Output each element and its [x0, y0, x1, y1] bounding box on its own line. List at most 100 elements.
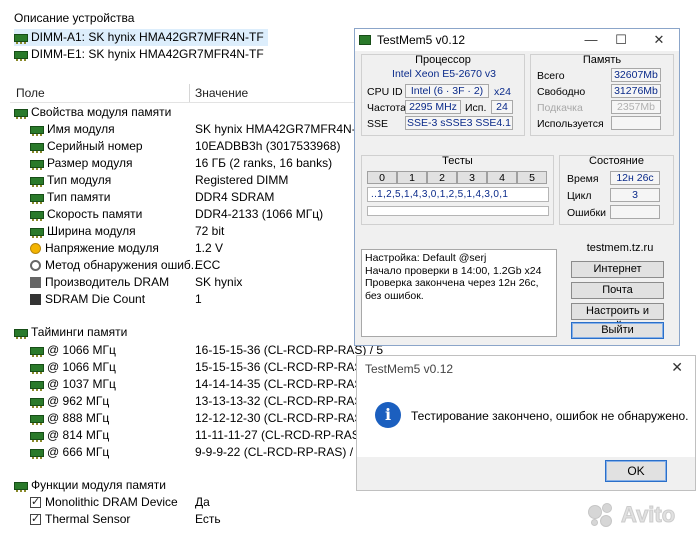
memory-chip-icon: [14, 50, 28, 61]
checkbox-icon: [30, 494, 41, 511]
maximize-button[interactable]: ☐: [611, 32, 631, 48]
timing-row[interactable]: @ 1066 МГц: [30, 342, 116, 359]
timing-label: @ 814 МГц: [47, 428, 110, 442]
property-row[interactable]: Тип памяти: [30, 189, 110, 206]
timing-row[interactable]: @ 666 МГц: [30, 444, 109, 461]
sse-field: SSE-3 sSSE3 SSE4.1: [405, 116, 513, 130]
header-divider: [10, 102, 355, 103]
function-row[interactable]: Monolithic DRAM Device: [30, 494, 178, 511]
frequency-label: Частота: [367, 102, 406, 114]
timing-row[interactable]: @ 814 МГц: [30, 427, 109, 444]
property-value: 72 bit: [195, 224, 225, 238]
memory-chip-icon: [30, 346, 44, 357]
device-description-title: Описание устройства: [14, 11, 135, 25]
property-row[interactable]: Имя модуля: [30, 121, 115, 138]
timing-label: @ 888 МГц: [47, 411, 110, 425]
group-module-functions[interactable]: Функции модуля памяти: [14, 477, 166, 494]
memory-chip-icon: [30, 125, 44, 136]
column-header-field[interactable]: Поле: [16, 84, 45, 102]
group-label: Тайминги памяти: [31, 325, 128, 339]
window-title: TestMem5 v0.12: [377, 33, 466, 47]
search-icon: [30, 260, 41, 271]
property-row[interactable]: Метод обнаружения ошиб...: [30, 257, 201, 274]
dimm-item-a1[interactable]: DIMM-A1: SK hynix HMA42GR7MFR4N-TF: [14, 29, 268, 46]
property-label: Ширина модуля: [47, 224, 136, 238]
timing-row[interactable]: @ 1066 МГц: [30, 359, 116, 376]
group-label: Свойства модуля памяти: [31, 105, 172, 119]
memory-chip-icon: [30, 380, 44, 391]
memory-chip-icon: [14, 108, 28, 119]
timing-label: @ 1037 МГц: [47, 377, 116, 391]
dialog-close-button[interactable]: ✕: [671, 359, 683, 376]
cycle-label: Цикл: [567, 190, 592, 202]
app-icon: [359, 35, 371, 45]
memory-chip-icon: [30, 363, 44, 374]
property-row[interactable]: Размер модуля: [30, 155, 132, 172]
timing-row[interactable]: @ 962 МГц: [30, 393, 109, 410]
property-row[interactable]: SDRAM Die Count: [30, 291, 145, 308]
dialog-message: Тестирование закончено, ошибок не обнару…: [411, 409, 689, 423]
property-label: Тип памяти: [47, 190, 111, 204]
site-title: testmem.tz.ru: [586, 242, 654, 254]
dimm-item-e1[interactable]: DIMM-E1: SK hynix HMA42GR7MFR4N-TF: [14, 46, 268, 63]
group-module-properties[interactable]: Свойства модуля памяти: [14, 104, 171, 121]
timing-row[interactable]: @ 888 МГц: [30, 410, 109, 427]
close-button[interactable]: ✕: [649, 32, 669, 48]
voltage-icon: [30, 243, 41, 254]
property-row[interactable]: Производитель DRAM: [30, 274, 169, 291]
memory-chip-icon: [14, 328, 28, 339]
dialog-title: TestMem5 v0.12: [365, 362, 454, 376]
property-label: Серийный номер: [47, 139, 143, 153]
memory-chip-icon: [30, 210, 44, 221]
group-memory-timings[interactable]: Тайминги памяти: [14, 324, 127, 341]
function-row[interactable]: Thermal Sensor: [30, 511, 130, 528]
mem-free-field: 31276Mb: [611, 84, 661, 98]
test-cell: 3: [457, 171, 487, 184]
property-row[interactable]: Скорость памяти: [30, 206, 142, 223]
memory-chip-icon: [30, 414, 44, 425]
ok-button[interactable]: OK: [605, 460, 667, 482]
testmem-window: TestMem5 v0.12 — ☐ ✕ Процессор Intel Xeo…: [354, 28, 680, 346]
memory-chip-icon: [30, 227, 44, 238]
column-header-value[interactable]: Значение: [195, 84, 248, 102]
setup-exit-button[interactable]: Настроить и выйти: [571, 303, 664, 332]
function-label: Thermal Sensor: [45, 512, 131, 526]
timing-value: 12-12-12-30 (CL-RCD-RP-RAS) / 4: [195, 411, 384, 425]
errors-label: Ошибки: [567, 207, 606, 219]
memory-chip-icon: [30, 431, 44, 442]
cpuid-field: Intel (6 · 3F · 2): [405, 84, 489, 98]
processor-title: Процессор: [415, 54, 471, 66]
cycle-field: 3: [610, 188, 660, 202]
thread-count: x24: [494, 86, 511, 98]
function-value: Есть: [195, 512, 221, 526]
timing-label: @ 962 МГц: [47, 394, 110, 408]
sdram-icon: [30, 294, 41, 305]
timing-row[interactable]: @ 1037 МГц: [30, 376, 116, 393]
mail-button[interactable]: Почта: [571, 282, 664, 299]
internet-button[interactable]: Интернет: [571, 261, 664, 278]
property-value: 1: [195, 292, 202, 306]
test-cell: 4: [487, 171, 517, 184]
property-label: Производитель DRAM: [45, 275, 170, 289]
sse-label: SSE: [367, 118, 389, 130]
minimize-button[interactable]: —: [581, 32, 601, 47]
property-row[interactable]: Ширина модуля: [30, 223, 136, 240]
property-row[interactable]: Серийный номер: [30, 138, 143, 155]
memory-chip-icon: [30, 159, 44, 170]
property-row[interactable]: Тип модуля: [30, 172, 111, 189]
test-cell: 2: [427, 171, 457, 184]
timing-value: 13-13-13-32 (CL-RCD-RP-RAS) / 4: [195, 394, 384, 408]
property-label: Размер модуля: [47, 156, 133, 170]
memory-chip-icon: [30, 193, 44, 204]
exit-button[interactable]: Выйти: [571, 322, 664, 339]
property-value: 1.2 V: [195, 241, 224, 255]
timing-label: @ 666 МГц: [47, 445, 110, 459]
memory-chip-icon: [14, 33, 28, 44]
memory-chip-icon: [30, 397, 44, 408]
test-cell: 5: [517, 171, 547, 184]
property-row[interactable]: Напряжение модуля: [30, 240, 159, 257]
log-output[interactable]: Настройка: Default @serj Начало проверки…: [361, 249, 557, 337]
property-label: SDRAM Die Count: [45, 292, 146, 306]
memory-chip-icon: [30, 448, 44, 459]
column-divider[interactable]: [189, 84, 190, 102]
